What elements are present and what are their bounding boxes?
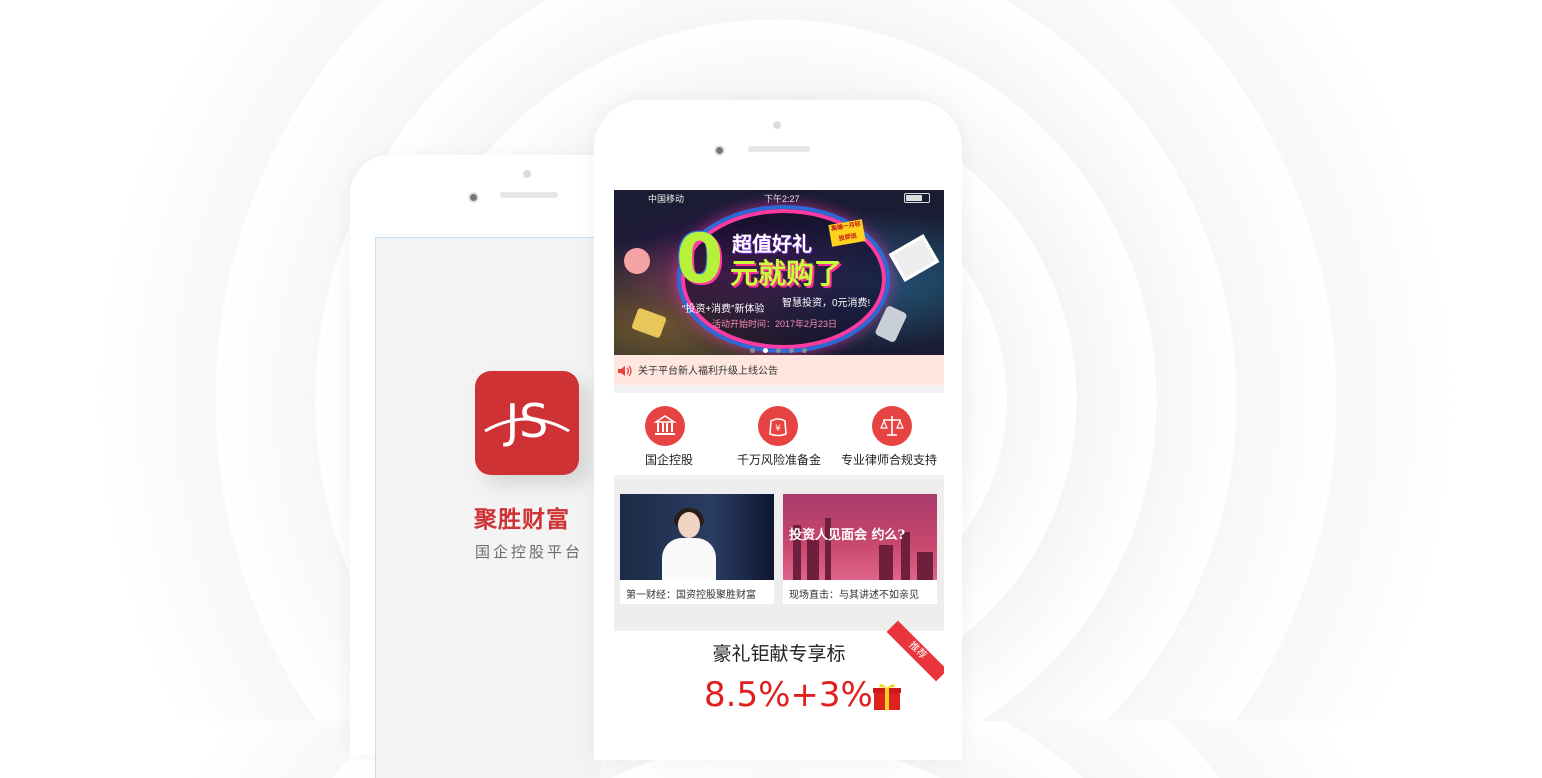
gift-box-image <box>631 307 667 339</box>
scale-icon <box>872 406 912 446</box>
skyline-tower <box>879 545 893 580</box>
news-card[interactable]: 第一财经：国资控股聚胜财富 <box>620 494 774 604</box>
banner-subline-2: 智慧投资，0元消费! <box>782 298 871 309</box>
banner-subline-1: “投资+消费”新体验 <box>682 304 765 315</box>
phone-camera <box>468 192 479 203</box>
news-section: 第一财经：国资控股聚胜财富 投资人见面会 约么? 现场直击：与其讲述不如亲见 <box>614 480 944 630</box>
promo-banner[interactable]: 中国移动 下午2:27 0 超值好礼 元就购了 高端一月标 投即送 “投资+消费… <box>614 190 944 355</box>
app-slogan: 国企控股平台 <box>475 543 584 561</box>
carousel-dot[interactable] <box>789 348 794 353</box>
feature-legal-support[interactable]: 专业律师合规支持 <box>834 393 944 475</box>
feature-label: 国企控股 <box>644 453 693 467</box>
status-bar: 中国移动 下午2:27 <box>614 190 944 204</box>
front-phone: 中国移动 下午2:27 0 超值好礼 元就购了 高端一月标 投即送 “投资+消费… <box>594 100 962 760</box>
carousel-dot-active[interactable] <box>763 348 768 353</box>
gift-icon <box>873 684 901 710</box>
carousel-dot[interactable] <box>750 348 755 353</box>
announcement-text: 关于平台新人福利升级上线公告 <box>638 366 778 377</box>
feature-state-owned[interactable]: 国企控股 <box>614 393 724 475</box>
feature-row: 国企控股 ¥ 千万风险准备金 专业律师合规支持 <box>614 393 944 475</box>
tablet-image <box>888 234 940 282</box>
product-title: 豪礼钜献专享标 <box>712 643 846 665</box>
phone-sensor <box>523 170 531 178</box>
skyline-tower <box>807 540 819 580</box>
carousel-dots[interactable] <box>750 340 815 353</box>
product-card[interactable]: 推荐 豪礼钜献专享标 8.5%+3% <box>614 620 944 730</box>
bank-icon <box>645 406 685 446</box>
news-caption: 第一财经：国资控股聚胜财富 <box>626 590 756 601</box>
news-image-text: 投资人见面会 约么? <box>789 528 906 543</box>
news-thumbnail <box>620 494 774 580</box>
money-bag-icon: ¥ <box>758 406 798 446</box>
skyline-tower <box>917 552 933 580</box>
product-rate: 8.5%+3% <box>704 675 873 715</box>
phone-speaker <box>748 146 810 152</box>
carrier-label: 中国移动 <box>648 194 685 204</box>
banner-big-digit: 0 <box>676 220 724 299</box>
clock-label: 下午2:27 <box>764 194 800 204</box>
carousel-dot[interactable] <box>802 348 807 353</box>
svg-text:¥: ¥ <box>775 424 781 434</box>
phone-camera <box>714 145 725 156</box>
battery-icon <box>904 193 930 203</box>
announcement-bar[interactable]: 关于平台新人福利升级上线公告 <box>614 355 944 385</box>
splash-screen: JS 聚胜财富 国企控股平台 <box>375 237 601 778</box>
app-name: 聚胜财富 <box>474 507 570 533</box>
cosmetic-ball-image <box>624 248 650 274</box>
news-caption: 现场直击：与其讲述不如亲见 <box>789 590 919 601</box>
carousel-dot[interactable] <box>776 348 781 353</box>
speaker-icon <box>618 365 632 377</box>
anchor-figure <box>662 508 716 580</box>
banner-date: 活动开始时间：2017年2月23日 <box>712 319 838 329</box>
feature-label: 千万风险准备金 <box>736 453 821 467</box>
news-card[interactable]: 投资人见面会 约么? 现场直击：与其讲述不如亲见 <box>783 494 937 604</box>
app-logo-icon: JS <box>475 371 579 475</box>
news-thumbnail: 投资人见面会 约么? <box>783 494 937 580</box>
back-phone: JS 聚胜财富 国企控股平台 <box>350 155 601 778</box>
banner-headline-2: 元就购了 <box>730 257 843 290</box>
feature-label: 专业律师合规支持 <box>840 453 937 467</box>
phone-sensor <box>773 121 781 129</box>
anchor-head <box>678 512 700 538</box>
feature-risk-reserve[interactable]: ¥ 千万风险准备金 <box>724 393 834 475</box>
phone-speaker <box>500 192 558 198</box>
anchor-body <box>662 538 716 580</box>
home-screen: 中国移动 下午2:27 0 超值好礼 元就购了 高端一月标 投即送 “投资+消费… <box>614 190 944 730</box>
